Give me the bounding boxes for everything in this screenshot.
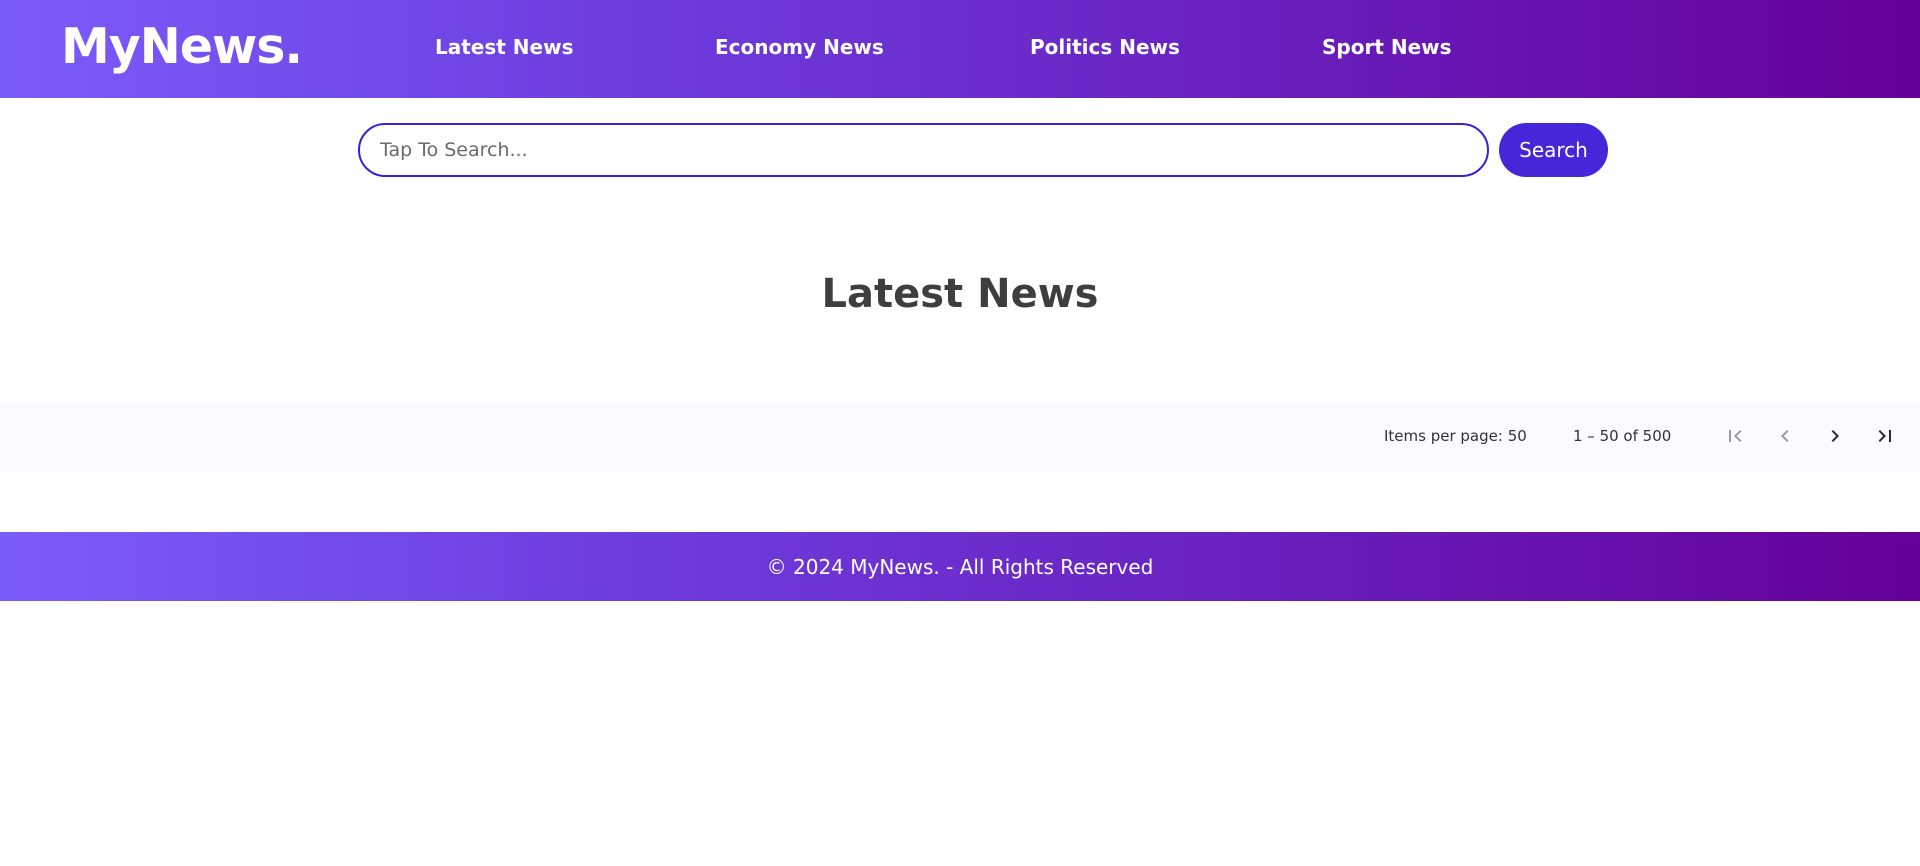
next-page-button[interactable] [1819,420,1851,452]
items-per-page-label[interactable]: Items per page: 50 [1384,426,1527,446]
first-page-icon [1729,430,1742,442]
search-button[interactable]: Search [1499,123,1608,177]
page-title: Latest News [821,271,1099,317]
nav-politics-news[interactable]: Politics News [1030,33,1180,61]
search-input[interactable] [358,123,1489,177]
nav-economy-news[interactable]: Economy News [715,33,884,61]
last-page-icon [1878,430,1891,442]
paginator: Items per page: 50 1 – 50 of 500 [0,402,1920,471]
site-header: MyNews. Latest News Economy News Politic… [0,0,1920,98]
nav-latest-news[interactable]: Latest News [435,33,573,61]
chevron-left-icon [1781,430,1789,442]
copyright-text: © 2024 MyNews. - All Rights Reserved [766,555,1154,579]
site-logo[interactable]: MyNews. [61,14,303,80]
last-page-button[interactable] [1869,420,1901,452]
first-page-button[interactable] [1719,420,1751,452]
site-footer: © 2024 MyNews. - All Rights Reserved [0,532,1920,601]
chevron-right-icon [1831,430,1839,442]
previous-page-button[interactable] [1769,420,1801,452]
page-range-label: 1 – 50 of 500 [1573,427,1672,445]
nav-sport-news[interactable]: Sport News [1322,33,1452,61]
